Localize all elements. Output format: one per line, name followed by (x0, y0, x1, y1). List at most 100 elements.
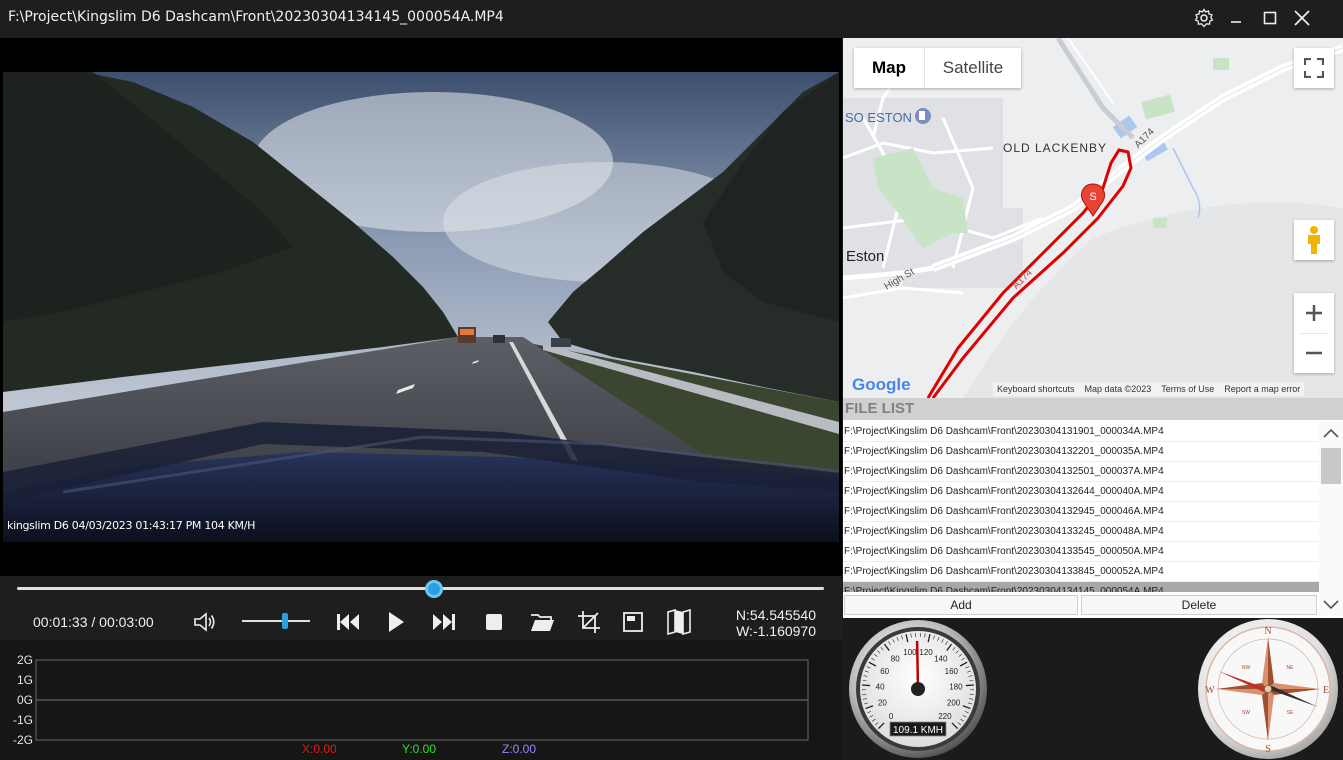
seek-bar[interactable] (17, 587, 824, 590)
g-sensor-y-label: 2G (17, 653, 33, 667)
volume-thumb[interactable] (281, 613, 288, 629)
file-list-item[interactable]: F:\Project\Kingslim D6 Dashcam\Front\202… (843, 462, 1319, 482)
minimize-icon (1231, 21, 1241, 23)
file-list-item[interactable]: F:\Project\Kingslim D6 Dashcam\Front\202… (843, 582, 1319, 592)
scroll-thumb[interactable] (1321, 448, 1341, 484)
file-list-item[interactable]: F:\Project\Kingslim D6 Dashcam\Front\202… (843, 442, 1319, 462)
stop-button[interactable] (479, 608, 509, 636)
open-folder-icon (531, 614, 554, 631)
speed-tick-label: 20 (878, 698, 887, 707)
delete-button[interactable]: Delete (1081, 595, 1317, 615)
g-sensor-y-axis: 2G 1G 0G -1G -2G (13, 653, 33, 747)
minimize-button[interactable] (1222, 6, 1250, 30)
play-button[interactable] (381, 608, 411, 636)
dashcam-player-window: F:\Project\Kingslim D6 Dashcam\Front\202… (0, 0, 1343, 760)
compass-e: E (1323, 685, 1329, 696)
next-icon (433, 614, 455, 630)
street-view-button[interactable] (1294, 220, 1334, 260)
zoom-control (1294, 293, 1334, 373)
scroll-down-button[interactable] (1319, 594, 1343, 616)
previous-button[interactable] (333, 608, 363, 636)
speed-tick-label: 0 (889, 712, 894, 721)
g-sensor-chart: 2G 1G 0G -1G -2G X:0.00 Y:0.00 Z:0.00 (0, 640, 842, 760)
compass: N S E W NE NW SE SW (1198, 619, 1338, 759)
video-player[interactable]: kingslim D6 04/03/2023 01:43:17 PM 104 K… (0, 38, 842, 576)
volume-icon (194, 612, 215, 632)
video-timestamp-overlay: kingslim D6 04/03/2023 01:43:17 PM 104 K… (7, 519, 256, 532)
scroll-up-button[interactable] (1319, 422, 1343, 444)
map-type-control: Map Satellite (854, 48, 1021, 88)
speed-tick (965, 684, 974, 687)
compass-s: S (1265, 744, 1271, 755)
g-sensor-y-label: -1G (13, 713, 33, 727)
volume-button[interactable] (190, 608, 220, 636)
map-footer-report-error[interactable]: Report a map error (1224, 384, 1300, 394)
map-type-map-tab[interactable]: Map (854, 48, 924, 88)
window-mode-button[interactable] (618, 608, 648, 636)
svg-text:S: S (1089, 191, 1096, 203)
speed-tick-label: 200 (947, 698, 961, 707)
minus-icon (1306, 351, 1322, 355)
map-type-satellite-tab[interactable]: Satellite (924, 48, 1021, 88)
previous-icon (337, 614, 359, 630)
file-list-item[interactable]: F:\Project\Kingslim D6 Dashcam\Front\202… (843, 562, 1319, 582)
speed-readout: 109.1 KMH (893, 725, 943, 736)
google-logo: Google (852, 375, 911, 394)
window-icon (623, 612, 643, 632)
maximize-icon (1263, 11, 1277, 25)
close-icon (1294, 10, 1310, 26)
g-sensor-y-label: 1G (17, 673, 33, 687)
gps-longitude: W:-1.160970 (736, 623, 816, 639)
compass-ne: NE (1287, 665, 1295, 671)
speed-tick-label: 100 (903, 648, 917, 657)
speedometer: 020 40 6080100 120140 160 180 200 220 109.1 KMH (849, 620, 987, 758)
file-list-item[interactable]: F:\Project\Kingslim D6 Dashcam\Front\202… (843, 482, 1319, 502)
maximize-button[interactable] (1256, 6, 1284, 30)
map-footer-keyboard-shortcuts[interactable]: Keyboard shortcuts (997, 384, 1075, 394)
file-list-header: FILE LIST (843, 398, 1343, 420)
map-label-eston: Eston (846, 248, 885, 265)
crop-icon (578, 611, 600, 633)
file-list-item[interactable]: F:\Project\Kingslim D6 Dashcam\Front\202… (843, 522, 1319, 542)
next-button[interactable] (429, 608, 459, 636)
seek-thumb[interactable] (425, 580, 444, 598)
speed-tick-label: 220 (938, 712, 952, 721)
zoom-out-button[interactable] (1294, 333, 1334, 373)
dashcam-scene-image (3, 72, 839, 542)
chevron-up-icon (1323, 428, 1339, 438)
gauges-panel: 0 20 40 60 80 100 120 140 160 180 200 220 109.1 KMH… (843, 618, 1343, 760)
compass-se: SE (1287, 710, 1294, 716)
map-toggle-button[interactable] (664, 608, 694, 636)
speed-tick-label: 80 (891, 655, 900, 664)
plus-icon (1306, 305, 1322, 321)
compass-w: W (1205, 685, 1215, 696)
compass-sw: SW (1242, 710, 1250, 716)
file-list-item[interactable]: F:\Project\Kingslim D6 Dashcam\Front\202… (843, 502, 1319, 522)
volume-slider[interactable] (242, 620, 310, 622)
file-list-panel: FILE LIST F:\Project\Kingslim D6 Dashcam… (843, 398, 1343, 618)
map-footer-map-data: Map data ©2023 (1084, 384, 1152, 394)
map-view[interactable]: S Map Satellite SO ESTON OLD LACKENBY Es… (843, 38, 1343, 398)
open-folder-button[interactable] (527, 608, 557, 636)
close-button[interactable] (1288, 6, 1316, 30)
speed-needle (915, 640, 920, 690)
fullscreen-button[interactable] (1294, 48, 1334, 88)
compass-n: N (1264, 626, 1271, 637)
zoom-in-button[interactable] (1294, 293, 1334, 333)
map-footer-terms[interactable]: Terms of Use (1161, 384, 1214, 394)
g-sensor-x-value: X:0.00 (302, 742, 337, 756)
title-bar: F:\Project\Kingslim D6 Dashcam\Front\202… (0, 0, 1343, 38)
gear-icon (1194, 8, 1214, 28)
stop-icon (486, 614, 502, 630)
video-frame: kingslim D6 04/03/2023 01:43:17 PM 104 K… (3, 72, 839, 542)
crop-button[interactable] (574, 608, 604, 636)
file-list-item[interactable]: F:\Project\Kingslim D6 Dashcam\Front\202… (843, 542, 1319, 562)
g-sensor-y-label: 0G (17, 693, 33, 707)
file-list-item[interactable]: F:\Project\Kingslim D6 Dashcam\Front\202… (843, 422, 1319, 442)
file-list[interactable]: F:\Project\Kingslim D6 Dashcam\Front\202… (843, 422, 1319, 592)
play-icon (389, 612, 404, 632)
playback-controls: 00:01:33 / 00:03:00 N:54.545540 W:-1.160… (0, 576, 842, 640)
map-footer: Keyboard shortcuts Map data ©2023 Terms … (993, 382, 1305, 396)
settings-button[interactable] (1190, 6, 1218, 30)
add-button[interactable]: Add (844, 595, 1078, 615)
